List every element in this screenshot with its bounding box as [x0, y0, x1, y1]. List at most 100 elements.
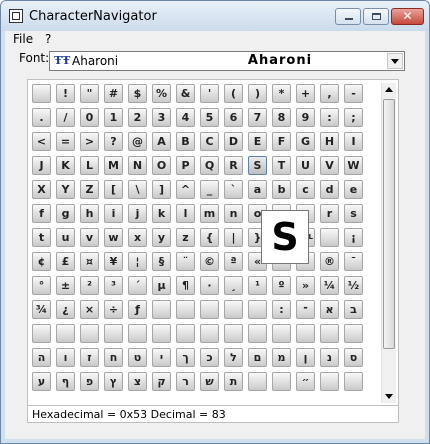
char-cell[interactable]: )	[248, 84, 267, 103]
char-cell[interactable]: :	[320, 108, 339, 127]
char-cell[interactable]: r	[320, 204, 339, 223]
char-cell[interactable]: $	[128, 84, 147, 103]
char-cell[interactable]: ×	[80, 300, 99, 319]
char-cell[interactable]: #	[104, 84, 123, 103]
char-cell[interactable]: 5	[200, 108, 219, 127]
char-cell[interactable]: 8	[272, 108, 291, 127]
char-cell[interactable]: ¶	[176, 276, 195, 295]
char-cell[interactable]	[128, 324, 147, 343]
char-cell[interactable]: X	[32, 180, 51, 199]
char-cell[interactable]	[320, 372, 339, 391]
char-cell[interactable]: ו	[56, 348, 75, 367]
char-cell[interactable]: °	[32, 276, 51, 295]
char-cell[interactable]: =	[56, 132, 75, 151]
char-cell[interactable]: ץ	[104, 372, 123, 391]
char-cell[interactable]	[176, 300, 195, 319]
char-cell[interactable]: h	[80, 204, 99, 223]
char-cell[interactable]: א	[320, 300, 339, 319]
char-cell[interactable]: /	[56, 108, 75, 127]
char-cell[interactable]: 1	[104, 108, 123, 127]
char-cell[interactable]: *	[272, 84, 291, 103]
char-cell[interactable]: f	[32, 204, 51, 223]
char-cell[interactable]	[296, 324, 315, 343]
char-cell[interactable]: ם	[248, 348, 267, 367]
char-cell[interactable]: N	[128, 156, 147, 175]
char-cell[interactable]: ב	[344, 300, 363, 319]
char-cell[interactable]: P	[176, 156, 195, 175]
char-cell[interactable]: w	[104, 228, 123, 247]
char-cell[interactable]: נ	[320, 348, 339, 367]
char-cell[interactable]: ^	[176, 180, 195, 199]
char-cell[interactable]	[152, 324, 171, 343]
char-cell[interactable]	[344, 372, 363, 391]
char-cell[interactable]: ½	[344, 276, 363, 295]
char-cell[interactable]: 4	[176, 108, 195, 127]
char-cell[interactable]: :	[272, 300, 291, 319]
char-cell[interactable]: a	[248, 180, 267, 199]
char-cell[interactable]: Z	[80, 180, 99, 199]
char-cell[interactable]: פ	[80, 372, 99, 391]
char-cell[interactable]: `	[224, 180, 243, 199]
char-cell[interactable]: ק	[152, 372, 171, 391]
char-cell[interactable]: ר	[176, 372, 195, 391]
char-cell[interactable]: Q	[200, 156, 219, 175]
char-cell[interactable]: t	[32, 228, 51, 247]
title-bar[interactable]: CharacterNavigator ✕	[1, 1, 429, 31]
char-cell[interactable]: '	[200, 84, 219, 103]
char-cell[interactable]: d	[320, 180, 339, 199]
char-cell[interactable]: ³	[104, 276, 123, 295]
char-cell[interactable]	[248, 372, 267, 391]
char-cell[interactable]: _	[200, 180, 219, 199]
char-cell[interactable]: %	[152, 84, 171, 103]
char-cell[interactable]: \	[128, 180, 147, 199]
menu-help[interactable]: ?	[45, 32, 51, 46]
char-cell[interactable]: י	[152, 348, 171, 367]
char-cell[interactable]: צ	[128, 372, 147, 391]
char-cell[interactable]: !	[56, 84, 75, 103]
char-cell[interactable]: H	[320, 132, 339, 151]
font-select[interactable]: ŦŦ Aharoni Aharoni	[49, 51, 405, 71]
char-cell[interactable]: £	[56, 252, 75, 271]
char-cell[interactable]: 2	[128, 108, 147, 127]
char-cell[interactable]: x	[128, 228, 147, 247]
char-cell[interactable]: º	[272, 276, 291, 295]
char-cell[interactable]: ש	[200, 372, 219, 391]
char-cell[interactable]	[200, 300, 219, 319]
char-cell[interactable]	[56, 324, 75, 343]
char-cell[interactable]: 0	[80, 108, 99, 127]
char-cell[interactable]: M	[104, 156, 123, 175]
char-cell[interactable]: 9	[296, 108, 315, 127]
scroll-up-icon[interactable]	[382, 83, 396, 97]
char-cell[interactable]: B	[176, 132, 195, 151]
char-cell[interactable]: y	[152, 228, 171, 247]
char-cell[interactable]	[224, 324, 243, 343]
char-cell[interactable]: כ	[200, 348, 219, 367]
char-cell[interactable]: ?	[104, 132, 123, 151]
char-cell[interactable]: ·	[200, 276, 219, 295]
char-cell[interactable]	[248, 300, 267, 319]
char-cell[interactable]: C	[200, 132, 219, 151]
char-cell[interactable]: »	[296, 276, 315, 295]
char-cell[interactable]: L	[80, 156, 99, 175]
char-cell[interactable]: g	[56, 204, 75, 223]
char-cell[interactable]: ¤	[80, 252, 99, 271]
char-cell[interactable]	[32, 324, 51, 343]
char-cell[interactable]: ז	[80, 348, 99, 367]
char-cell[interactable]: 3	[152, 108, 171, 127]
char-cell[interactable]	[272, 372, 291, 391]
char-cell[interactable]: ח	[104, 348, 123, 367]
char-cell[interactable]: &	[176, 84, 195, 103]
char-cell[interactable]: D	[224, 132, 243, 151]
char-cell[interactable]	[272, 324, 291, 343]
char-cell[interactable]: S	[248, 156, 267, 175]
char-cell[interactable]: "	[80, 84, 99, 103]
char-cell[interactable]: ,	[320, 84, 339, 103]
char-cell[interactable]	[200, 324, 219, 343]
char-cell[interactable]: ־	[296, 300, 315, 319]
char-cell[interactable]: ן	[296, 348, 315, 367]
char-cell[interactable]: >	[80, 132, 99, 151]
char-cell[interactable]: |	[224, 228, 243, 247]
char-cell[interactable]: W	[344, 156, 363, 175]
char-cell[interactable]: 6	[224, 108, 243, 127]
char-cell[interactable]: [	[104, 180, 123, 199]
